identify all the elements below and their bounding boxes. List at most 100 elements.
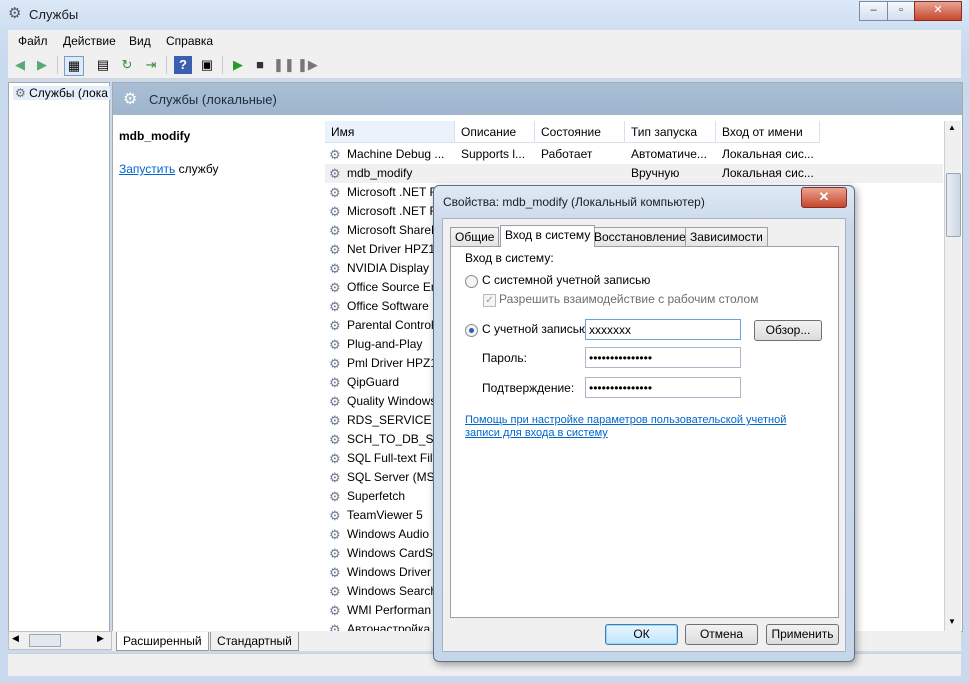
service-gear-icon: ⚙ xyxy=(329,166,341,181)
menu-bar: Файл Действие Вид Справка xyxy=(8,30,961,52)
tab-extended[interactable]: Расширенный xyxy=(116,632,209,651)
dialog-body: Общие Вход в систему Восстановление Зави… xyxy=(442,218,846,652)
cell-name: Machine Debug ... xyxy=(347,147,445,161)
services-window: ⚙ Службы – ▫ ✕ Файл Действие Вид Справка… xyxy=(0,0,969,683)
stop-icon[interactable]: ■ xyxy=(251,56,269,74)
tab-dependencies[interactable]: Зависимости xyxy=(685,227,768,247)
service-gear-icon: ⚙ xyxy=(329,432,341,447)
cancel-button[interactable]: Отмена xyxy=(685,624,758,645)
service-gear-icon: ⚙ xyxy=(329,375,341,390)
menu-help[interactable]: Справка xyxy=(166,34,213,48)
account-help-link[interactable]: Помощь при настройке параметров пользова… xyxy=(465,414,805,440)
service-gear-icon: ⚙ xyxy=(329,565,341,580)
service-gear-icon: ⚙ xyxy=(329,527,341,542)
desktop-interaction-checkbox[interactable]: ✓ xyxy=(483,294,496,307)
menu-action[interactable]: Действие xyxy=(63,34,116,48)
confirm-password-label: Подтверждение: xyxy=(482,381,575,395)
scroll-up-icon[interactable]: ▲ xyxy=(948,123,956,132)
service-gear-icon: ⚙ xyxy=(329,223,341,238)
menu-view[interactable]: Вид xyxy=(129,34,151,48)
export-icon[interactable]: ⇥ xyxy=(142,56,160,74)
forward-icon[interactable]: ▶ xyxy=(33,56,51,74)
tab-standard[interactable]: Стандартный xyxy=(210,632,299,651)
radio-system-account-label[interactable]: С системной учетной записью xyxy=(482,273,650,287)
radio-system-account[interactable] xyxy=(465,275,478,288)
tab-general[interactable]: Общие xyxy=(450,227,500,247)
service-gear-icon: ⚙ xyxy=(329,508,341,523)
toolbar: ◀ ▶ ▦ ▤ ↻ ⇥ ? ▣ ▶ ■ ❚❚ ❚▶ xyxy=(8,52,961,79)
column-name[interactable]: Имя xyxy=(325,121,455,143)
service-gear-icon: ⚙ xyxy=(329,622,341,631)
service-gear-icon: ⚙ xyxy=(329,470,341,485)
logon-section-label: Вход в систему: xyxy=(465,251,554,265)
restart-icon[interactable]: ❚▶ xyxy=(297,56,318,74)
tab-logon[interactable]: Вход в систему xyxy=(500,225,596,247)
browse-button[interactable]: Обзор... xyxy=(754,320,822,341)
console-tree-icon[interactable]: ▦ xyxy=(64,56,84,76)
service-gear-icon: ⚙ xyxy=(329,451,341,466)
scroll-right-icon[interactable]: ▶ xyxy=(97,633,104,644)
toolbar-separator xyxy=(166,56,167,74)
service-gear-icon: ⚙ xyxy=(329,280,341,295)
scroll-thumb[interactable] xyxy=(29,634,61,647)
toolbar-separator xyxy=(57,56,58,74)
column-status[interactable]: Состояние xyxy=(535,121,625,143)
desktop-interaction-label[interactable]: Разрешить взаимодействие с рабочим столо… xyxy=(499,292,758,306)
dialog-title: Свойства: mdb_modify (Локальный компьюте… xyxy=(443,195,705,209)
service-gear-icon: ⚙ xyxy=(329,413,341,428)
scroll-left-icon[interactable]: ◀ xyxy=(12,633,19,644)
console-tree: ⚙ Службы (лока xyxy=(8,82,110,632)
column-description[interactable]: Описание xyxy=(455,121,535,143)
tree-scrollbar[interactable]: ◀ ▶ xyxy=(8,631,112,650)
cell-logon: Локальная сис... xyxy=(722,166,814,180)
start-service-link[interactable]: Запустить xyxy=(119,162,175,176)
service-gear-icon: ⚙ xyxy=(329,546,341,561)
service-gear-icon: ⚙ xyxy=(329,489,341,504)
back-icon[interactable]: ◀ xyxy=(11,56,29,74)
maximize-button[interactable]: ▫ xyxy=(887,1,915,21)
refresh-icon[interactable]: ↻ xyxy=(118,56,136,74)
pane-title: Службы (локальные) xyxy=(149,92,277,107)
apply-button[interactable]: Применить xyxy=(766,624,839,645)
properties-dialog: Свойства: mdb_modify (Локальный компьюте… xyxy=(433,185,855,662)
toolbar-separator xyxy=(222,56,223,74)
password-label: Пароль: xyxy=(482,351,527,365)
help-icon[interactable]: ? xyxy=(174,56,192,74)
play-icon[interactable]: ▶ xyxy=(229,56,247,74)
column-startup-type[interactable]: Тип запуска xyxy=(625,121,716,143)
service-gear-icon: ⚙ xyxy=(329,185,341,200)
tab-recovery[interactable]: Восстановление xyxy=(589,227,691,247)
pause-icon[interactable]: ❚❚ xyxy=(273,56,295,74)
menu-file[interactable]: Файл xyxy=(18,34,48,48)
column-logon-as[interactable]: Вход от имени xyxy=(716,121,820,143)
tree-item-label: Службы (лока xyxy=(29,86,108,100)
pane-header: ⚙ Службы (локальные) xyxy=(113,83,962,115)
confirm-password-input[interactable]: ••••••••••••••• xyxy=(585,377,741,398)
selected-service-name: mdb_modify xyxy=(119,129,191,143)
close-button[interactable]: ✕ xyxy=(914,1,962,21)
cell-logon: Локальная сис... xyxy=(722,147,814,161)
service-gear-icon: ⚙ xyxy=(329,337,341,352)
table-row[interactable]: ⚙ mdb_modify Вручную Локальная сис... xyxy=(325,164,943,183)
cell-state: Работает xyxy=(541,147,593,161)
service-gear-icon: ⚙ xyxy=(329,204,341,219)
service-gear-icon: ⚙ xyxy=(329,318,341,333)
radio-this-account[interactable] xyxy=(465,324,478,337)
dialog-close-button[interactable]: ✕ xyxy=(801,187,847,208)
properties-icon[interactable]: ▤ xyxy=(94,56,112,74)
ok-button[interactable]: ОК xyxy=(605,624,678,645)
gear-icon: ⚙ xyxy=(123,91,138,108)
show-hide-icon[interactable]: ▣ xyxy=(198,56,216,74)
scroll-thumb[interactable] xyxy=(946,173,961,237)
minimize-button[interactable]: – xyxy=(859,1,888,21)
table-row[interactable]: ⚙ Machine Debug ... Supports l... Работает А… xyxy=(325,145,943,164)
password-input[interactable]: ••••••••••••••• xyxy=(585,347,741,368)
window-title: Службы xyxy=(29,7,79,22)
services-scrollbar[interactable]: ▲ ▼ xyxy=(944,121,961,631)
start-service-line: Запустить службу xyxy=(119,162,218,176)
service-gear-icon: ⚙ xyxy=(329,603,341,618)
account-input[interactable]: xxxxxxx xyxy=(585,319,741,340)
scroll-down-icon[interactable]: ▼ xyxy=(948,617,956,626)
radio-this-account-label[interactable]: С учетной записью: xyxy=(482,322,591,336)
tree-item-services[interactable]: ⚙ Службы (лока xyxy=(13,86,110,100)
